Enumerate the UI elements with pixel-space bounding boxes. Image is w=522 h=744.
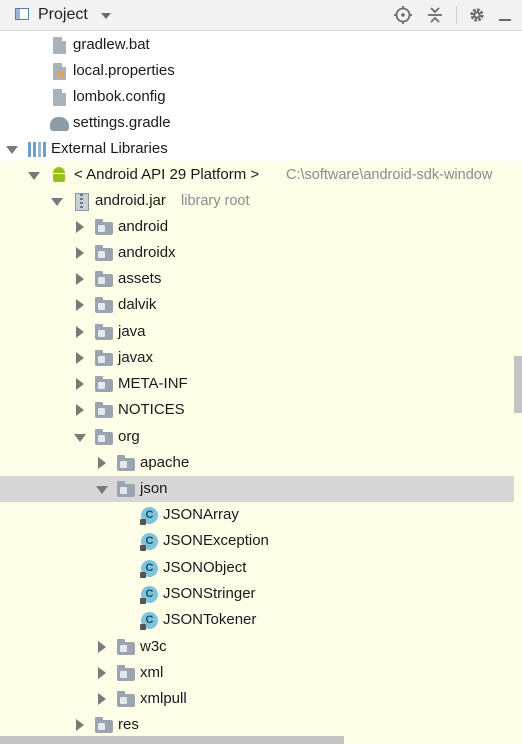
tree-item-package-meta-inf[interactable]: META-INF: [0, 371, 514, 397]
package-icon: [95, 350, 113, 366]
class-icon: C: [140, 560, 158, 578]
tree-item-package-javax[interactable]: javax: [0, 345, 514, 371]
file-icon: [53, 37, 66, 54]
chevron-right-icon[interactable]: [98, 457, 106, 469]
tree-item-class-jsontokener[interactable]: C JSONTokener: [0, 607, 514, 633]
toolbar-separator: [456, 6, 457, 24]
chevron-right-icon[interactable]: [76, 378, 84, 390]
tree-item-package-dalvik[interactable]: dalvik: [0, 292, 514, 318]
tree-item-package-w3c[interactable]: w3c: [0, 634, 514, 660]
chevron-down-icon[interactable]: [28, 172, 40, 180]
package-icon: [117, 481, 135, 497]
chevron-right-icon[interactable]: [76, 352, 84, 364]
android-icon: [51, 167, 67, 183]
package-icon: [117, 639, 135, 655]
jar-icon: [75, 193, 89, 211]
project-tree: gradlew.bat local.properties lombok.conf…: [0, 31, 522, 744]
chevron-down-icon[interactable]: [6, 146, 18, 154]
tree-item-class-jsonarray[interactable]: C JSONArray: [0, 502, 514, 528]
window-icon: [15, 8, 29, 20]
tree-item-lombok-config[interactable]: lombok.config: [0, 84, 514, 110]
tree-item-package-notices[interactable]: NOTICES: [0, 397, 514, 423]
chevron-down-icon[interactable]: [96, 486, 108, 494]
library-icon: [28, 142, 47, 157]
tree-item-external-libraries[interactable]: External Libraries: [0, 136, 514, 162]
project-tool-window-header: Project: [0, 0, 522, 31]
chevron-right-icon[interactable]: [76, 247, 84, 259]
chevron-right-icon[interactable]: [98, 667, 106, 679]
chevron-right-icon[interactable]: [76, 326, 84, 338]
tree-item-gradlew-bat[interactable]: gradlew.bat: [0, 32, 514, 58]
package-icon: [95, 376, 113, 392]
tree-item-local-properties[interactable]: local.properties: [0, 58, 514, 84]
tree-item-android-api-29[interactable]: < Android API 29 Platform > C:\software\…: [0, 162, 514, 188]
gear-icon[interactable]: [467, 5, 487, 25]
vertical-scrollbar[interactable]: [514, 356, 522, 413]
crosshair-icon[interactable]: [393, 5, 413, 25]
package-icon: [95, 219, 113, 235]
chevron-down-icon[interactable]: [101, 13, 111, 19]
tree-item-package-xml[interactable]: xml: [0, 660, 514, 686]
horizontal-scrollbar[interactable]: [0, 736, 344, 744]
chevron-right-icon[interactable]: [76, 719, 84, 731]
tree-item-package-android[interactable]: android: [0, 214, 514, 240]
gradle-icon: [50, 117, 69, 131]
tree-item-android-jar[interactable]: android.jar library root: [0, 188, 514, 214]
chevron-right-icon[interactable]: [76, 273, 84, 285]
chevron-right-icon[interactable]: [76, 404, 84, 416]
package-icon: [117, 455, 135, 471]
package-icon: [95, 717, 113, 733]
tree-item-package-xmlpull[interactable]: xmlpull: [0, 686, 514, 712]
package-icon: [117, 691, 135, 707]
class-icon: C: [140, 586, 158, 604]
tree-item-package-assets[interactable]: assets: [0, 266, 514, 292]
chevron-down-icon[interactable]: [51, 198, 63, 206]
chevron-down-icon[interactable]: [74, 434, 86, 442]
collapse-all-icon[interactable]: [425, 5, 445, 25]
tree-item-package-res[interactable]: res: [0, 712, 514, 738]
package-icon: [117, 665, 135, 681]
view-selector-label[interactable]: Project: [38, 6, 88, 24]
chevron-right-icon[interactable]: [98, 693, 106, 705]
tree-item-class-jsonexception[interactable]: C JSONException: [0, 528, 514, 554]
package-icon: [95, 297, 113, 313]
properties-file-icon: [53, 63, 66, 80]
tree-item-class-jsonobject[interactable]: C JSONObject: [0, 555, 514, 581]
tree-item-package-java[interactable]: java: [0, 319, 514, 345]
package-icon: [95, 271, 113, 287]
file-icon: [53, 89, 66, 106]
tree-item-package-org[interactable]: org: [0, 424, 514, 450]
class-icon: C: [140, 507, 158, 525]
chevron-right-icon[interactable]: [76, 299, 84, 311]
class-icon: C: [140, 533, 158, 551]
chevron-right-icon[interactable]: [98, 641, 106, 653]
hide-icon[interactable]: [495, 5, 515, 25]
tree-item-settings-gradle[interactable]: settings.gradle: [0, 110, 514, 136]
package-icon: [95, 324, 113, 340]
tree-item-package-androidx[interactable]: androidx: [0, 240, 514, 266]
class-icon: C: [140, 612, 158, 630]
package-icon: [95, 402, 113, 418]
tree-item-package-apache[interactable]: apache: [0, 450, 514, 476]
tree-item-package-json[interactable]: json: [0, 476, 514, 502]
chevron-right-icon[interactable]: [76, 221, 84, 233]
tree-item-class-jsonstringer[interactable]: C JSONStringer: [0, 581, 514, 607]
package-icon: [95, 429, 113, 445]
package-icon: [95, 245, 113, 261]
